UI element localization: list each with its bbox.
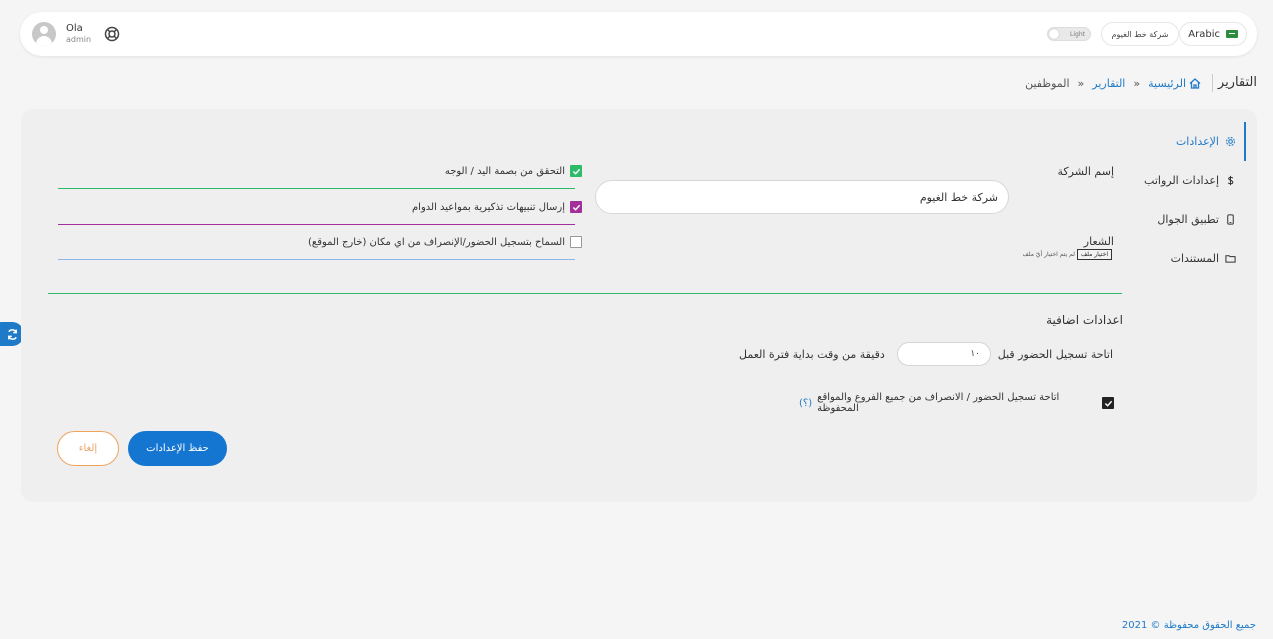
minutes-input[interactable] [897,342,991,366]
folder-icon [1225,255,1236,263]
choose-file-button[interactable]: اختيار ملف [1076,249,1112,260]
checkbox-label: السماح بتسجيل الحضور/الإنصراف من اي مكان… [308,236,565,248]
company-selector[interactable]: شركة خط الغيوم [1101,22,1179,46]
breadcrumb-separator: » [1077,77,1085,90]
user-name: Ola [66,23,83,34]
logo-label: الشعار [1083,235,1114,248]
breadcrumb-reports[interactable]: التقارير [1092,77,1125,90]
tab-label: إعدادات الرواتب [1144,174,1219,187]
divider-line [58,259,575,260]
extra-settings-title: اعدادات اضافية [1046,313,1123,327]
theme-label: Light [1070,30,1085,38]
all-branches-row[interactable]: اتاحة تسجيل الحضور / الانصراف من جميع ال… [799,392,1114,414]
breadcrumb-current: الموظفين [1025,77,1070,90]
home-icon [1189,78,1201,89]
cancel-button[interactable]: إلغاء [57,431,119,466]
offsite-check-row[interactable]: السماح بتسجيل الحضور/الإنصراف من اي مكان… [181,236,582,248]
dollar-icon [1227,175,1234,186]
checkbox-label: اتاحة تسجيل الحضور / الانصراف من جميع ال… [817,392,1060,414]
tab-label: المستندات [1170,252,1219,265]
gear-icon [1226,137,1235,146]
reminder-checkbox[interactable] [570,201,582,213]
mobile-icon [1227,214,1234,225]
language-label: Arabic [1188,28,1220,40]
breadcrumb: الرئيسية » التقارير » الموظفين [1025,77,1201,90]
breadcrumb-separator: » [1133,77,1141,90]
company-name-input[interactable] [595,180,1009,214]
reminder-check-row[interactable]: إرسال تنبيهات تذكيرية بمواعيد الدوام [315,201,582,213]
title-divider [1212,74,1213,92]
tab-label: الإعدادات [1175,135,1219,148]
biometric-check-row[interactable]: التحقق من بصمة اليد / الوجه [315,165,582,177]
breadcrumb-home[interactable]: الرئيسية [1148,77,1201,90]
avatar[interactable] [32,22,56,46]
all-branches-checkbox[interactable] [1102,397,1114,409]
checkbox-label: إرسال تنبيهات تذكيرية بمواعيد الدوام [411,201,565,213]
user-menu[interactable]: Ola admin [32,22,91,46]
tab-label: تطبيق الجوال [1157,213,1219,226]
divider-line [58,188,575,189]
language-selector[interactable]: Arabic [1179,22,1247,46]
company-name-label: إسم الشركة [1057,165,1114,178]
theme-toggle[interactable]: Light [1047,27,1091,41]
divider-line [58,224,575,225]
offsite-checkbox[interactable] [570,236,582,248]
top-header: Ola admin Light شركة خط الغيوم Arabic [20,12,1257,56]
allow-before-label: اتاحة تسجيل الحضور قبل [997,348,1113,361]
refresh-icon [8,328,17,340]
tab-mobile-app[interactable]: تطبيق الجوال [1138,200,1244,239]
settings-panel: الإعدادات إعدادات الرواتب تطبيق الجوال ا… [21,109,1257,502]
section-divider [48,293,1122,294]
save-settings-button[interactable]: حفظ الإعدادات [128,431,227,466]
tab-settings[interactable]: الإعدادات [1138,122,1246,161]
user-role: admin [66,35,92,44]
biometric-checkbox[interactable] [570,165,582,177]
tab-payroll[interactable]: إعدادات الرواتب [1138,161,1244,200]
file-status: لم يتم اختيار أيّ ملف [1022,251,1075,258]
settings-tabs: الإعدادات إعدادات الرواتب تطبيق الجوال ا… [1138,122,1246,278]
flag-icon [1226,30,1238,38]
tab-documents[interactable]: المستندات [1138,239,1244,278]
toggle-knob [1049,29,1059,39]
minutes-suffix: دقيقة من وقت بداية فترة العمل [739,348,885,361]
help-link[interactable]: (؟) [799,398,812,409]
lifebuoy-icon[interactable] [104,26,120,42]
logo-file-input[interactable]: اختيار ملف لم يتم اختيار أيّ ملف [1007,249,1112,260]
page-title: التقارير [1217,75,1257,90]
footer-copyright: جميع الحقوق محفوظة © 2021 [1121,620,1256,631]
checkbox-label: التحقق من بصمة اليد / الوجه [444,165,565,177]
